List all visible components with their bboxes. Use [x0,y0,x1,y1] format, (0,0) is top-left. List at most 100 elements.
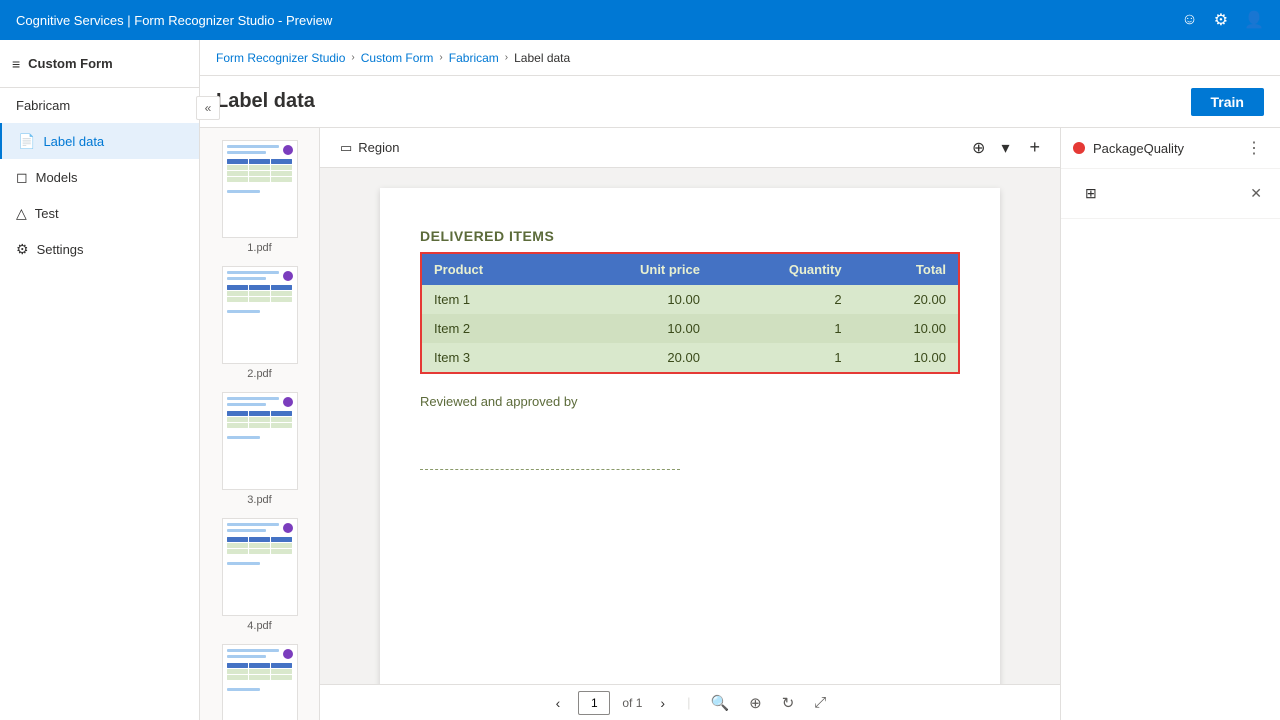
thumbnail-4[interactable]: 4.pdf [200,514,319,636]
topbar: Cognitive Services | Form Recognizer Stu… [0,0,1280,40]
thumb-dot-4 [283,523,293,533]
col-product: Product [422,254,557,285]
page-number-input[interactable] [578,691,610,715]
doc-page: DELIVERED ITEMS Product Unit price Quant… [380,188,1000,684]
sidebar-header: ≡ Custom Form [0,40,199,88]
row2-total: 10.00 [854,314,958,343]
row1-product: Item 1 [422,285,557,314]
sidebar-item-settings[interactable]: ⚙ Settings [0,231,199,267]
test-icon: △ [16,205,27,222]
field-item: PackageQuality ⋮ [1061,128,1280,169]
thumbnail-3-label: 3.pdf [247,494,271,506]
add-field-button[interactable]: + [1021,133,1048,162]
right-panel: PackageQuality ⋮ ⊞ ✕ [1060,128,1280,720]
reviewed-text: Reviewed and approved by [420,394,960,409]
project-name: Fabricam [0,88,199,123]
col-unit-price: Unit price [557,254,712,285]
table-row: Item 2 10.00 1 10.00 [422,314,958,343]
settings-icon[interactable]: ⚙ [1214,10,1228,30]
doc-content: DELIVERED ITEMS Product Unit price Quant… [320,168,1060,684]
region-button[interactable]: ▭ Region [332,136,408,160]
row1-total: 20.00 [854,285,958,314]
layers-button[interactable]: ⊕ [968,134,989,162]
thumbnail-4-label: 4.pdf [247,620,271,632]
sidebar-item-test-label: Test [35,206,59,221]
thumbnail-5[interactable]: 5.pdf [200,640,319,720]
doc-toolbar-right: ⊕ ▾ + [968,133,1048,162]
table-row: Item 1 10.00 2 20.00 [422,285,958,314]
breadcrumb-fabricam[interactable]: Fabricam [449,51,499,65]
page-of-label: of 1 [622,696,642,710]
row1-quantity: 2 [712,285,854,314]
row2-quantity: 1 [712,314,854,343]
sidebar-item-models[interactable]: ◻ Models [0,159,199,195]
thumbnail-img-5 [222,644,298,720]
prev-page-button[interactable]: ‹ [550,691,567,715]
zoom-in-button[interactable]: ⊕ [745,692,766,714]
settings-nav-icon: ⚙ [16,241,29,258]
app-layout: ≡ Custom Form Fabricam 📄 Label data ◻ Mo… [0,40,1280,720]
thumb-dot-1 [283,145,293,155]
thumb-dot-5 [283,649,293,659]
row1-unit-price: 10.00 [557,285,712,314]
models-icon: ◻ [16,169,28,186]
sidebar-item-label-data-label: Label data [43,134,104,149]
breadcrumb-custom-form[interactable]: Custom Form [361,51,434,65]
thumbnail-img-4 [222,518,298,616]
table-head: Product Unit price Quantity Total [422,254,958,285]
breadcrumb-label-data: Label data [514,51,570,65]
row3-unit-price: 20.00 [557,343,712,372]
field-item-left: PackageQuality [1073,141,1184,156]
region-label: Region [358,140,399,155]
table-body: Item 1 10.00 2 20.00 Item 2 10.00 1 [422,285,958,372]
zoom-out-button[interactable]: 🔍 [706,692,733,714]
thumbnail-3[interactable]: 3.pdf [200,388,319,510]
smiley-icon[interactable]: ☺ [1181,11,1197,29]
chevron-down-button[interactable]: ▾ [997,134,1013,162]
sidebar-item-test[interactable]: △ Test [0,195,199,231]
rotate-button[interactable]: ↻ [778,692,799,714]
main-content: Form Recognizer Studio › Custom Form › F… [200,40,1280,720]
doc-toolbar-left: ▭ Region [332,136,408,160]
sidebar-item-label-data[interactable]: 📄 Label data [0,123,199,159]
breadcrumb-sep-2: › [439,52,442,63]
train-button[interactable]: Train [1191,88,1264,116]
thumb-dot-3 [283,397,293,407]
pagination-divider: | [687,695,690,710]
col-total: Total [854,254,958,285]
topbar-icons: ☺ ⚙ 👤 [1181,10,1264,30]
sidebar-item-settings-label: Settings [37,242,84,257]
content-area: 1.pdf [200,128,1280,720]
thumb-dot-2 [283,271,293,281]
breadcrumb-form-recognizer[interactable]: Form Recognizer Studio [216,51,345,65]
breadcrumb: Form Recognizer Studio › Custom Form › F… [200,40,1280,76]
next-page-button[interactable]: › [654,691,671,715]
row3-product: Item 3 [422,343,557,372]
field-more-button[interactable]: ⋮ [1240,136,1268,160]
thumbnail-1[interactable]: 1.pdf [200,136,319,258]
doc-pagination: ‹ of 1 › | 🔍 ⊕ ↻ ⤢ [320,684,1060,720]
sidebar-header-title: Custom Form [28,56,113,71]
hamburger-icon: ≡ [12,56,20,72]
field-type-row: ⊞ ✕ [1061,169,1280,219]
thumbnail-img-1 [222,140,298,238]
table-field-icon: ⊞ [1073,177,1109,210]
row2-unit-price: 10.00 [557,314,712,343]
signature-line [420,469,680,470]
thumbnail-2[interactable]: 2.pdf [200,262,319,384]
label-data-icon: 📄 [18,133,35,150]
field-name: PackageQuality [1093,141,1184,156]
field-close-button[interactable]: ✕ [1244,183,1268,204]
doc-thumbnails: 1.pdf [200,128,320,720]
page-header: Label data Train [200,76,1280,128]
region-icon: ▭ [340,140,352,156]
row2-product: Item 2 [422,314,557,343]
items-table-wrapper: Product Unit price Quantity Total Item 1 [420,252,960,374]
table-row: Item 3 20.00 1 10.00 [422,343,958,372]
thumbnail-1-label: 1.pdf [247,242,271,254]
page-title: Label data [216,90,315,113]
col-quantity: Quantity [712,254,854,285]
sidebar-collapse-button[interactable]: « [196,96,220,120]
account-icon[interactable]: 👤 [1244,10,1264,30]
fit-button[interactable]: ⤢ [810,692,830,713]
